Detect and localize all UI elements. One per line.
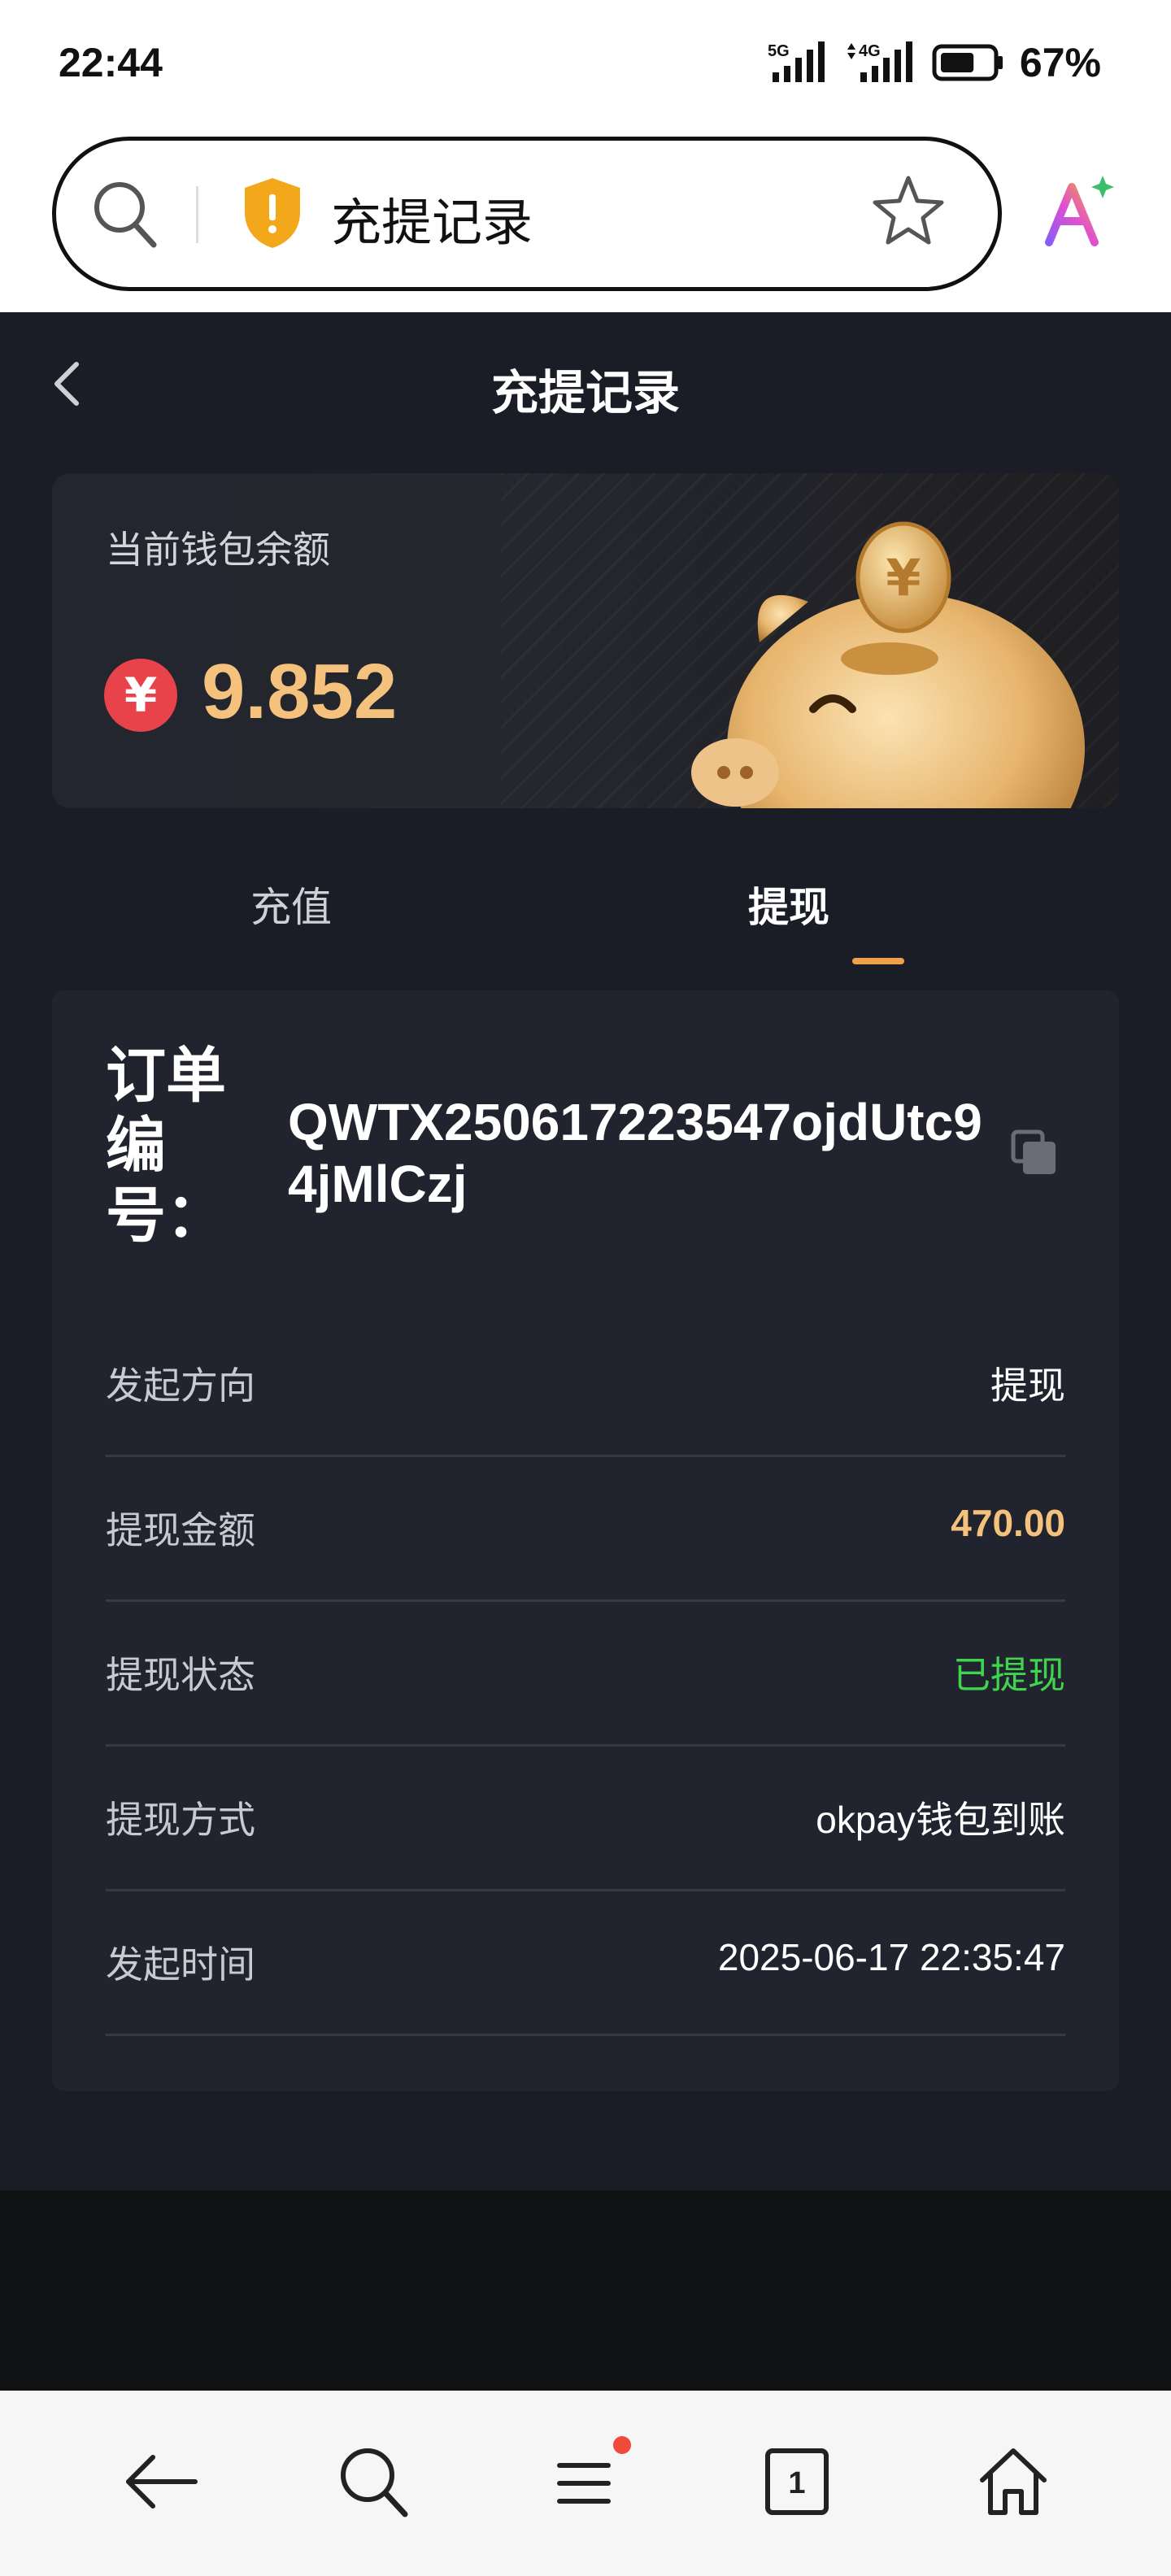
svg-text:¥: ¥	[886, 548, 921, 607]
record-tabs: 充值 提现	[52, 825, 1119, 984]
order-number-label: 订单编号：	[106, 1041, 226, 1251]
status-label: 提现状态	[106, 1653, 255, 1697]
yen-currency-icon: ¥	[104, 659, 177, 732]
wallet-balance-label: 当前钱包余额	[106, 528, 330, 572]
search-icon[interactable]	[89, 175, 162, 256]
svg-text:4G: 4G	[859, 42, 881, 60]
browser-nav-bar: 1	[0, 2391, 1171, 2576]
wallet-balance-amount: 9.852	[202, 648, 398, 735]
detail-row-amount: 提现金额 470.00	[106, 1457, 1065, 1602]
address-title[interactable]: 充提记录	[331, 181, 533, 255]
time-label: 发起时间	[106, 1943, 255, 1986]
detail-row-status: 提现状态 已提现	[106, 1602, 1065, 1747]
detail-row-direction: 发起方向 提现	[106, 1312, 1065, 1457]
tabs-icon[interactable]: 1	[756, 2441, 838, 2526]
detail-row-method: 提现方式 okpay钱包到账	[106, 1747, 1065, 1891]
method-label: 提现方式	[106, 1798, 255, 1842]
shield-warning-icon[interactable]	[240, 175, 305, 255]
page-title: 充提记录	[490, 365, 680, 420]
wallet-balance-card: 当前钱包余额 ¥ 9.852 ¥	[52, 473, 1119, 808]
page-bottom-area	[0, 2191, 1171, 2391]
status-value: 已提现	[953, 1654, 1065, 1696]
star-icon[interactable]	[869, 172, 947, 253]
back-arrow-icon[interactable]	[120, 2441, 202, 2526]
tab-recharge[interactable]: 充值	[52, 875, 530, 933]
signal-5g-icon: 5G	[768, 41, 825, 82]
status-icons: 5G 4G 67%	[768, 39, 1101, 86]
battery-percent: 67%	[1019, 40, 1101, 85]
detail-row-time: 发起时间 2025-06-17 22:35:47	[106, 1891, 1065, 2036]
time-value: 2025-06-17 22:35:47	[717, 1936, 1065, 1978]
signal-4g-icon: 4G	[847, 41, 912, 82]
search-icon[interactable]	[333, 2441, 415, 2526]
amount-label: 提现金额	[106, 1508, 255, 1552]
notification-dot	[613, 2436, 631, 2454]
svg-text:5G: 5G	[768, 42, 790, 60]
withdrawal-detail-card: 订单编号： QWTX250617223547ojdUtc94jMlCzj 发起方…	[52, 990, 1119, 2091]
svg-text:1: 1	[788, 2466, 805, 2500]
tab-withdraw[interactable]: 提现	[586, 875, 992, 933]
address-bar[interactable]: 充提记录	[52, 137, 1002, 291]
method-value: okpay钱包到账	[816, 1799, 1065, 1841]
copy-icon[interactable]	[1008, 1127, 1060, 1182]
browser-toolbar: 充提记录	[0, 130, 1171, 312]
status-bar: 22:44 5G 4G 67%	[0, 0, 1171, 130]
page-header: 充提记录	[0, 312, 1171, 455]
direction-label: 发起方向	[106, 1364, 255, 1408]
order-number-value: QWTX250617223547ojdUtc94jMlCzj	[288, 1093, 982, 1213]
amount-value: 470.00	[951, 1502, 1065, 1544]
ai-assistant-icon[interactable]	[1039, 171, 1121, 255]
menu-icon[interactable]	[545, 2436, 631, 2526]
battery-icon	[932, 44, 1003, 81]
detail-rows: 发起方向 提现 提现金额 470.00 提现状态 已提现 提现方式 okpay钱…	[106, 1312, 1065, 2036]
active-tab-indicator	[852, 958, 904, 964]
home-icon[interactable]	[973, 2441, 1054, 2526]
direction-value: 提现	[990, 1364, 1065, 1407]
address-divider	[196, 186, 198, 243]
status-time: 22:44	[59, 40, 163, 85]
piggy-bank-coin-icon: ¥	[670, 496, 1093, 808]
